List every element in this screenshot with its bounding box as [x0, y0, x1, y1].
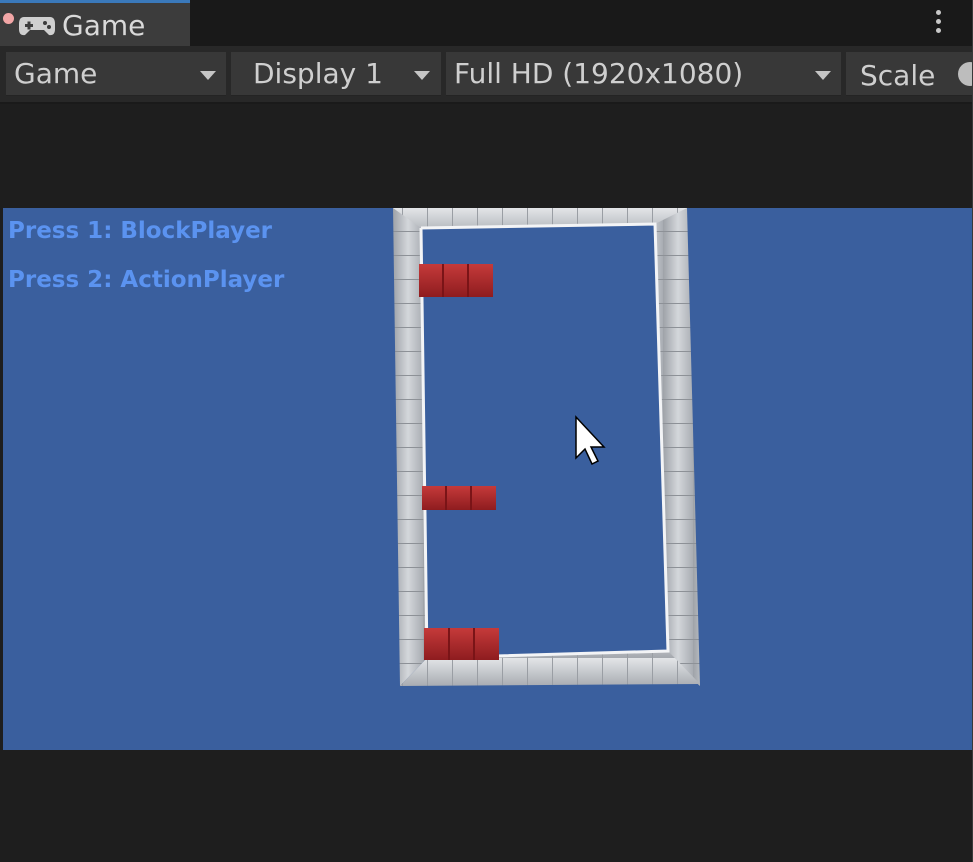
player-block-bottom	[424, 628, 499, 660]
scale-label: Scale	[860, 59, 936, 92]
mouse-cursor-icon	[575, 415, 606, 466]
tab-game[interactable]: Game	[0, 0, 190, 46]
chevron-down-icon	[200, 71, 216, 80]
game-viewport[interactable]: Press 1: BlockPlayer Press 2: ActionPlay…	[3, 208, 972, 750]
player-block-top	[419, 264, 493, 297]
letterbox-bottom	[0, 750, 973, 862]
game-view-toolbar: Game Display 1 Full HD (1920x1080) Scale	[0, 46, 973, 104]
resolution-dropdown[interactable]: Full HD (1920x1080)	[446, 52, 841, 96]
modified-indicator-dot	[3, 13, 14, 24]
scale-slider[interactable]: Scale	[846, 52, 973, 96]
view-mode-dropdown[interactable]: Game	[6, 52, 226, 96]
chevron-down-icon	[414, 71, 430, 80]
hud-hint-blockplayer: Press 1: BlockPlayer	[8, 218, 273, 244]
resolution-value: Full HD (1920x1080)	[454, 57, 744, 90]
chevron-down-icon	[815, 71, 831, 80]
display-dropdown[interactable]: Display 1	[231, 52, 441, 96]
view-mode-value: Game	[14, 57, 98, 90]
tab-label: Game	[62, 9, 146, 42]
kebab-menu-icon[interactable]	[930, 8, 946, 38]
tab-bar: Game	[0, 0, 973, 46]
player-block-middle	[422, 486, 496, 510]
display-value: Display 1	[253, 57, 383, 90]
gamepad-icon	[19, 17, 55, 36]
letterbox-top	[0, 104, 973, 208]
hud-hint-actionplayer: Press 2: ActionPlayer	[8, 267, 285, 293]
